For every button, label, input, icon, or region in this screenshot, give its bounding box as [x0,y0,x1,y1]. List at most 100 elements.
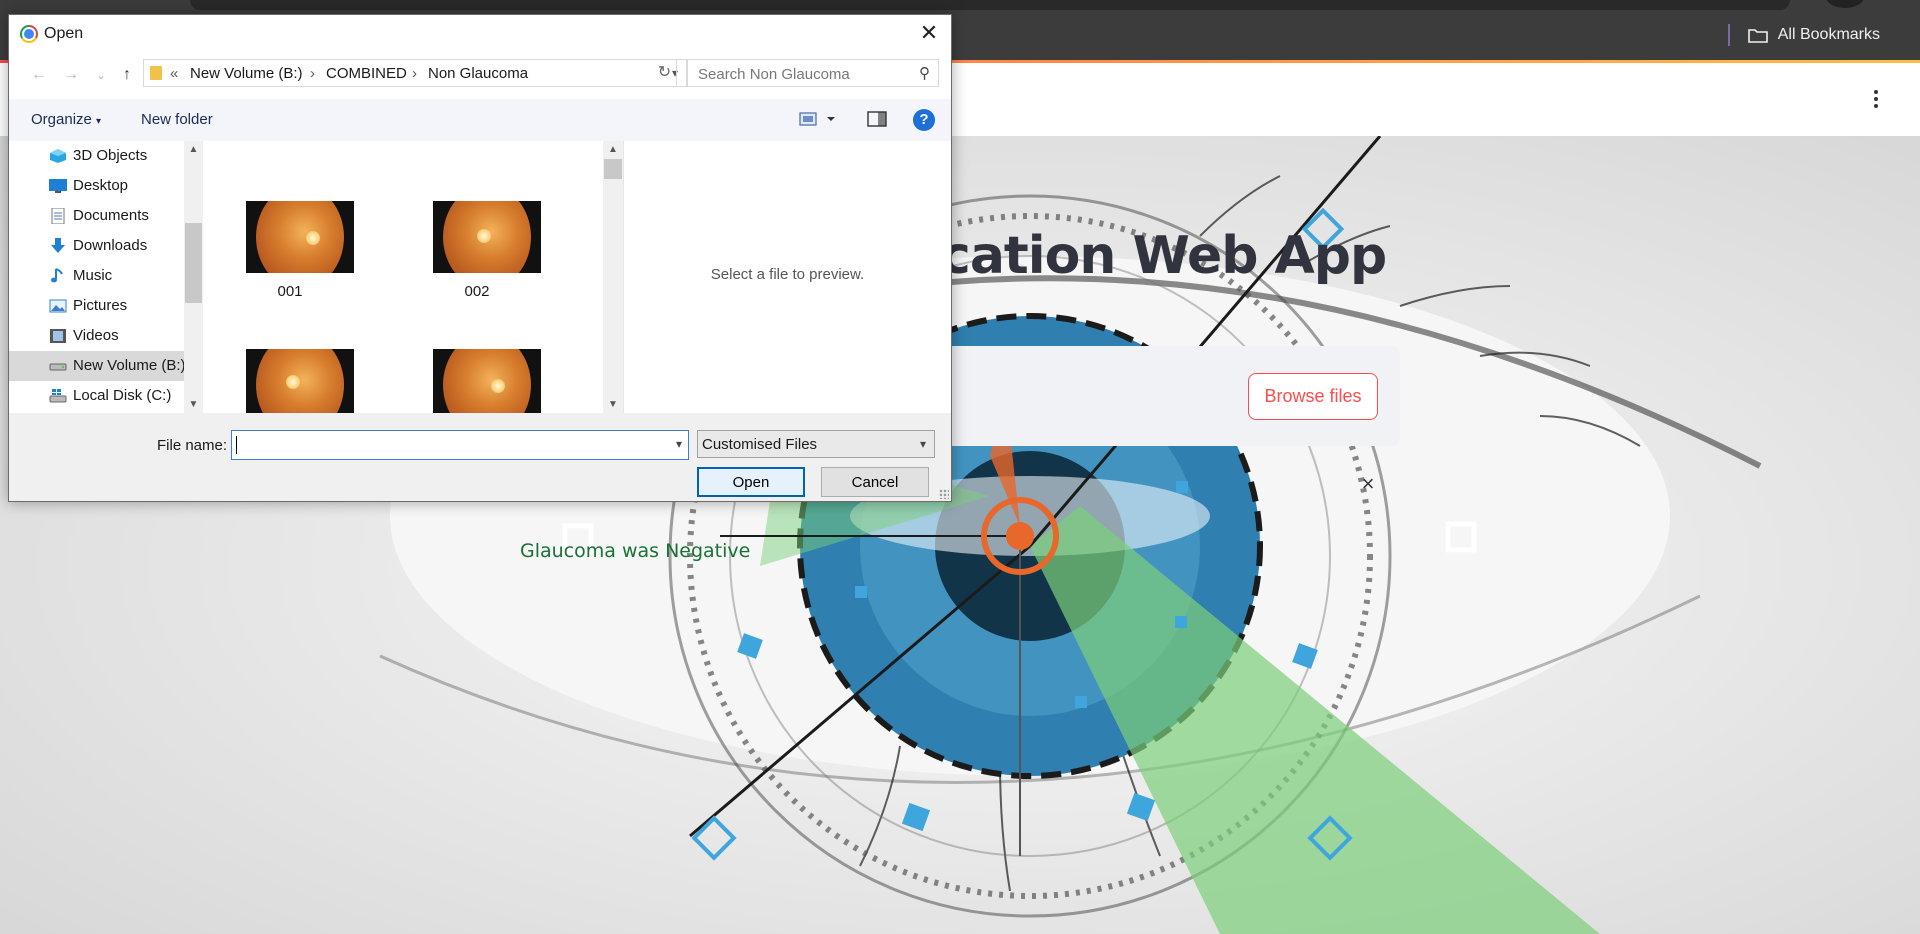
folder-icon [150,66,162,80]
file-name: 001 [277,283,303,300]
preview-pane-icon[interactable] [867,109,887,133]
page-title: cation Web App [940,226,1387,286]
file-list-scrollbar[interactable]: ▲ ▼ [603,141,623,413]
cancel-button[interactable]: Cancel [821,467,929,497]
file-item[interactable] [402,349,552,413]
sidebar-item-documents[interactable]: Documents [9,201,184,231]
sidebar-item-downloads[interactable]: Downloads [9,231,184,261]
navigation-pane: 3D Objects Desktop Documents Downloads M… [9,141,184,413]
sidebar-item-label: Videos [73,327,119,344]
file-list: 001 002 [203,141,607,413]
up-arrow-icon[interactable]: ↑ [117,63,137,87]
organize-menu[interactable]: Organize ▾ [31,111,101,128]
scroll-down-icon[interactable]: ▼ [184,399,203,410]
sidebar-item-label: Local Disk (C:) [73,387,172,404]
file-item[interactable] [215,349,365,413]
pictures-icon [49,299,67,313]
music-icon [51,268,63,283]
documents-icon [51,208,65,224]
sidebar-item-label: New Volume (B:) [73,357,184,374]
search-icon[interactable]: ⚲ [919,64,930,82]
videos-icon [50,329,66,343]
sidebar-item-music[interactable]: Music [9,261,184,291]
chevron-down-icon[interactable]: ▾ [676,437,682,451]
dialog-title-bar[interactable]: Open ✕ [9,15,951,51]
address-bar[interactable] [190,0,1790,10]
sidebar-item-desktop[interactable]: Desktop [9,171,184,201]
open-button[interactable]: Open [697,467,805,497]
chevron-down-icon[interactable]: ▾ [920,437,926,451]
breadcrumb-separator: › [310,65,315,82]
file-thumbnail [246,349,354,413]
recent-locations-icon[interactable]: ⌄ [91,63,111,87]
file-type-select[interactable]: Customised Files ▾ [697,430,935,458]
remove-file-icon[interactable]: × [1358,473,1378,495]
file-thumbnail [246,201,354,273]
scroll-down-icon[interactable]: ▼ [603,399,623,410]
sidebar-item-pictures[interactable]: Pictures [9,291,184,321]
sidebar-item-label: Documents [73,207,149,224]
sidebar-item-new-volume[interactable]: New Volume (B:) [9,351,184,381]
file-item[interactable]: 001 [215,201,365,341]
change-view-icon[interactable] [799,109,839,133]
search-field[interactable]: ⚲ [687,59,939,87]
breadcrumb-non-glaucoma[interactable]: Non Glaucoma [428,65,528,82]
bookmarks-separator [1727,24,1730,46]
scroll-up-icon[interactable]: ▲ [603,144,623,155]
dialog-title: Open [44,25,84,42]
windows-drive-icon [49,389,67,403]
file-name-label: File name: [157,437,228,454]
file-item[interactable]: 002 [402,201,552,341]
text-caret [236,436,237,454]
desktop-icon [49,179,67,193]
browse-files-button[interactable]: Browse files [1248,373,1378,420]
nav-pane-scrollbar[interactable]: ▲ ▼ [184,141,203,413]
help-icon[interactable]: ? [913,109,935,131]
navigation-bar: ← → ⌄ ↑ « New Volume (B:) › COMBINED › N… [9,59,951,91]
file-thumbnail [433,201,541,273]
breadcrumb-separator: › [412,65,417,82]
open-file-dialog: Open ✕ ← → ⌄ ↑ « New Volume (B:) › COMBI… [8,14,952,502]
sidebar-item-3d-objects[interactable]: 3D Objects [9,141,184,171]
organize-label: Organize [31,111,92,128]
address-breadcrumb[interactable]: « New Volume (B:) › COMBINED › Non Glauc… [143,59,687,87]
file-type-value: Customised Files [702,436,818,453]
sidebar-item-videos[interactable]: Videos [9,321,184,351]
sidebar-item-label: 3D Objects [73,147,148,164]
file-thumbnail [433,349,541,413]
sidebar-item-label: Desktop [73,177,129,194]
search-input[interactable] [696,63,910,85]
close-icon[interactable]: ✕ [915,19,943,47]
3d-objects-icon [50,149,66,163]
file-name: 002 [464,283,490,300]
file-name-combobox[interactable]: ▾ [231,430,689,460]
bookmarks-bar: All Bookmarks [1727,20,1920,50]
sidebar-item-local-disk[interactable]: Local Disk (C:) [9,381,184,411]
nav-scroll-thumb[interactable] [185,223,202,303]
all-bookmarks-link[interactable]: All Bookmarks [1778,26,1880,44]
main-menu-icon[interactable] [1864,87,1888,111]
breadcrumb-new-volume[interactable]: New Volume (B:) [190,65,303,82]
file-scroll-thumb[interactable] [604,159,622,179]
prediction-result: Glaucoma was Negative [520,540,751,562]
breadcrumb-overflow[interactable]: « [170,65,178,82]
forward-arrow-icon[interactable]: → [61,63,81,87]
sidebar-item-label: Downloads [73,237,148,254]
command-bar: Organize ▾ New folder ? [9,99,951,141]
preview-pane: Select a file to preview. [623,141,951,413]
sidebar-item-label: Music [73,267,113,284]
file-name-field[interactable] [236,435,660,457]
scroll-up-icon[interactable]: ▲ [184,144,203,155]
resize-grip-icon[interactable] [939,489,949,499]
sidebar-item-label: Pictures [73,297,128,314]
refresh-icon[interactable]: ↻ [653,59,677,87]
preview-message: Select a file to preview. [710,266,865,283]
drive-icon [49,363,67,371]
back-arrow-icon[interactable]: ← [29,63,49,87]
profile-avatar[interactable] [1826,0,1864,8]
breadcrumb-combined[interactable]: COMBINED [326,65,407,82]
new-folder-button[interactable]: New folder [141,111,213,128]
dialog-footer: File name: ▾ Customised Files ▾ Open Can… [9,413,951,501]
chrome-logo-icon [20,25,38,43]
downloads-icon [51,238,65,253]
